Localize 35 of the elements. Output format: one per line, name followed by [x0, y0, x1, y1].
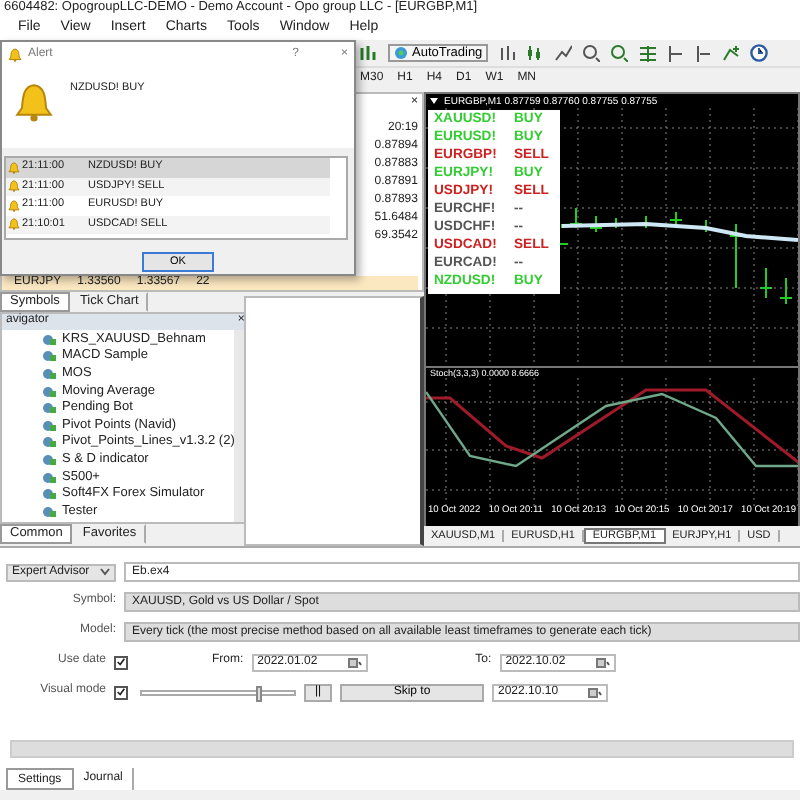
bell-icon — [8, 161, 20, 174]
candlestick-icon — [526, 44, 545, 62]
expert-icon — [42, 505, 56, 518]
expert-icon — [42, 453, 56, 466]
expert-icon — [42, 488, 56, 501]
bell-icon — [8, 218, 20, 231]
expert-icon — [42, 436, 56, 449]
expert-icon — [42, 385, 56, 398]
grid-icon — [638, 44, 657, 62]
bell-icon — [14, 82, 54, 122]
expert-icon — [42, 350, 56, 363]
expert-icon — [42, 333, 56, 346]
line-chart-icon — [554, 44, 573, 62]
bell-icon — [8, 48, 22, 62]
clock-icon — [750, 44, 769, 62]
bell-icon — [8, 199, 20, 212]
expert-icon — [42, 402, 56, 415]
zoom-in-icon — [582, 44, 601, 62]
bar-chart-icon — [498, 44, 517, 62]
calendar-icon — [595, 657, 610, 667]
zoom-out-icon — [610, 44, 629, 62]
expert-icon — [42, 367, 56, 380]
caret-icon — [100, 568, 110, 576]
checkbox[interactable] — [114, 655, 128, 669]
slider-thumb[interactable] — [256, 685, 262, 701]
indicator-icon — [722, 44, 741, 62]
calendar-icon — [588, 687, 602, 697]
expert-icon — [42, 419, 56, 432]
shift-chart-icon — [666, 44, 685, 62]
bar-chart-icon — [360, 44, 378, 62]
bell-icon — [8, 180, 20, 193]
expert-icon — [42, 471, 56, 483]
calendar-icon — [347, 657, 362, 667]
checkbox[interactable] — [114, 685, 128, 699]
autoscroll-icon — [694, 44, 713, 62]
